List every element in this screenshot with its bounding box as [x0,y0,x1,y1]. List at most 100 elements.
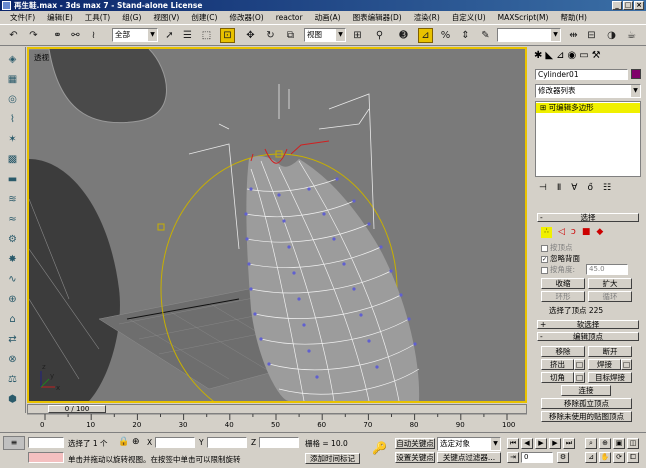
remove-button[interactable]: 移除 [541,346,585,357]
menu-modifiers[interactable]: 修改器(O) [223,12,269,23]
weld-settings-button[interactable]: □ [621,359,632,370]
select-move-icon[interactable]: ✥ [243,28,258,43]
create-tab-icon[interactable]: ✱ [534,50,542,66]
field-of-view-icon[interactable]: ⊿ [585,452,597,463]
object-name-field[interactable]: Cylinder01 [535,69,628,80]
menu-group[interactable]: 组(G) [116,12,147,23]
angle-snap-icon[interactable]: ⊿ [418,28,433,43]
display-tab-icon[interactable]: ▭ [579,50,588,66]
motion-tab-icon[interactable]: ◉ [567,50,576,66]
extrude-button[interactable]: 挤出 [541,359,574,370]
rope-icon[interactable]: ⌇ [4,111,21,128]
absolute-mode-icon[interactable]: ⊕ [132,437,140,447]
remove-isolated-vertices-button[interactable]: 移除孤立顶点 [541,398,632,409]
link-icon[interactable]: ⚭ [50,28,65,43]
maximize-viewport-icon[interactable]: ⧠ [627,452,639,463]
zoom-extents-icon[interactable]: ▣ [613,438,625,449]
edge-level-icon[interactable]: ◁ [558,227,565,239]
constraint-solver-icon[interactable]: ⊕ [4,291,21,308]
ignore-backfacing-checkbox[interactable]: ✓ 忽略背面 [541,253,580,264]
chamfer-settings-button[interactable]: □ [574,372,585,383]
select-by-name-icon[interactable]: ☰ [180,28,195,43]
menu-reactor[interactable]: reactor [270,13,309,22]
hierarchy-tab-icon[interactable]: ⊿ [556,50,564,66]
water-icon[interactable]: ∿ [4,271,21,288]
maximize-button[interactable]: □ [623,1,633,10]
menu-customize[interactable]: 自定义(U) [446,12,492,23]
toy-car-icon[interactable]: ⚙ [4,231,21,248]
select-object-icon[interactable]: ➚ [162,28,177,43]
zoom-all-icon[interactable]: ⊕ [599,438,611,449]
menu-rendering[interactable]: 渲染(R) [408,12,446,23]
make-unique-icon[interactable]: ∀ [571,183,577,197]
align-icon[interactable]: ⊟ [584,28,599,43]
soft-selection-rollout-header[interactable]: + 软选择 [537,320,639,329]
menu-help[interactable]: 帮助(H) [554,12,593,23]
add-time-tag-button[interactable]: 添加时间标记 [305,453,360,464]
menu-animation[interactable]: 动画(A) [309,12,347,23]
break-button[interactable]: 断开 [588,346,632,357]
spinner-snap-icon[interactable]: ⇕ [458,28,473,43]
current-frame-field[interactable]: 0 [521,452,553,463]
select-rotate-icon[interactable]: ↻ [263,28,278,43]
set-key-button[interactable]: 设置关键点 [395,452,435,463]
menu-edit[interactable]: 编辑(E) [41,12,79,23]
play-icon[interactable]: ▶ [535,438,547,449]
close-button[interactable]: × [634,1,644,10]
loop-button[interactable]: 循环 [588,291,632,302]
named-selection-dropdown[interactable]: ▼ [497,28,561,42]
undo-icon[interactable]: ↶ [6,28,21,43]
motor-icon[interactable]: ⚖ [4,371,21,388]
grow-button[interactable]: 扩大 [588,278,632,289]
rect-select-region-icon[interactable]: ⬚ [199,28,214,43]
minimize-button[interactable]: _ [612,1,622,10]
object-color-swatch[interactable] [631,69,641,79]
weld-button[interactable]: 焊接 [588,359,621,370]
menu-views[interactable]: 视图(V) [147,12,185,23]
menu-tools[interactable]: 工具(T) [79,12,116,23]
time-slider-thumb[interactable]: 0 / 100 [48,405,106,413]
reference-coord-dropdown[interactable]: 视图 ▼ [304,28,346,42]
menu-graph-editors[interactable]: 图表编辑器(D) [347,12,408,23]
menu-file[interactable]: 文件(F) [4,12,41,23]
ring-button[interactable]: 环形 [541,291,585,302]
fracture-icon[interactable]: ✸ [4,251,21,268]
plane-icon[interactable]: ▬ [4,171,21,188]
ragdoll-icon[interactable]: ✶ [4,131,21,148]
target-weld-button[interactable]: 目标焊接 [588,372,632,383]
remove-unused-map-verts-button[interactable]: 移除未使用的贴图顶点 [541,411,632,422]
unlink-icon[interactable]: ⚯ [68,28,83,43]
time-config-icon[interactable]: ⚙ [557,452,569,463]
auto-key-button[interactable]: 自动关键点 [395,438,435,449]
modifier-list-dropdown[interactable]: 修改器列表 ▼ [535,84,641,98]
go-to-start-icon[interactable]: ⏮ [507,438,519,449]
lock-selection-icon[interactable]: 🔒 [118,437,129,447]
window-crossing-icon[interactable]: ⊡ [220,28,235,43]
vertex-level-icon[interactable]: ∴ [541,227,552,238]
previous-frame-icon[interactable]: ◀ [521,438,533,449]
extrude-settings-button[interactable]: □ [574,359,585,370]
edit-vertices-rollout-header[interactable]: - 编辑顶点 [537,332,639,341]
spring-icon[interactable]: ≋ [4,191,21,208]
timeline-track[interactable]: 0 10 20 30 40 50 60 70 80 90 100 [27,414,527,431]
snap-toggle-icon[interactable]: ➌ [396,28,411,43]
polygon-level-icon[interactable]: ■ [582,227,591,239]
maxscript-listener-icon[interactable]: ≡ [3,436,25,450]
point-to-point-icon[interactable]: ⇄ [4,331,21,348]
selected-object-dropdown[interactable]: 选定对象 ▼ [437,437,501,451]
angle-spinner[interactable]: 45.0 [586,264,628,275]
pan-icon[interactable]: ✋ [599,452,611,463]
selection-filter-dropdown[interactable]: 全部 ▼ [112,28,158,42]
deforming-mesh-icon[interactable]: ▩ [4,151,21,168]
selection-rollout-header[interactable]: - 选择 [537,213,639,222]
hinge-icon[interactable]: ⌂ [4,311,21,328]
connect-button[interactable]: 连接 [561,385,611,396]
menu-create[interactable]: 创建(C) [185,12,223,23]
next-frame-icon[interactable]: ▶ [549,438,561,449]
select-manipulate-icon[interactable]: ⚲ [372,28,387,43]
key-mode-icon[interactable]: ⇥ [507,452,519,463]
rigid-body-icon[interactable]: ◈ [4,51,21,68]
go-to-end-icon[interactable]: ⏭ [563,438,575,449]
prismatic-icon[interactable]: ⊗ [4,351,21,368]
bind-spacewarp-icon[interactable]: ≀ [86,28,101,43]
